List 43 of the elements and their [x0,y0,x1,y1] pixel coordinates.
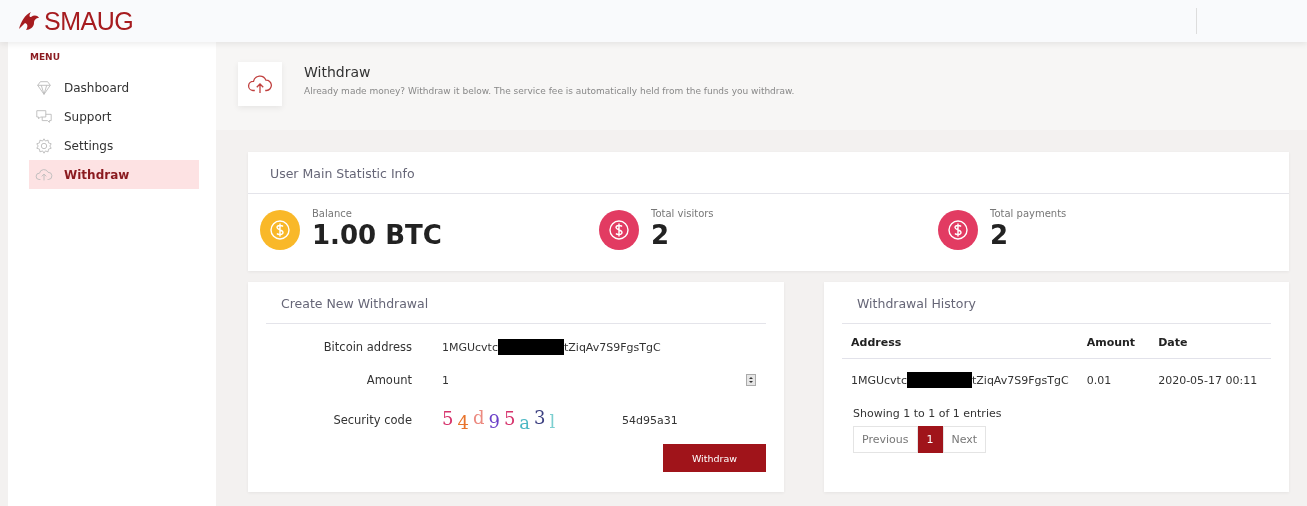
pagination-button[interactable]: Previous [853,426,918,453]
address-text: tZiqAv7S9FgsTgC [972,373,1069,387]
field-label: Amount [365,373,412,387]
sidebar-item[interactable]: Support [29,102,199,131]
address-text: tZiqAv7S9FgsTgC [564,340,661,354]
column-header[interactable]: Amount [1077,324,1150,359]
page-subtitle: Already made money? Withdraw it below. The service fee is automatically held from the funds you withdraw. [304,86,795,96]
menu-heading: MENU [30,52,61,62]
card-title: User Main Statistic Info [248,152,1289,194]
field-label: Security code [332,413,412,427]
column-header[interactable]: Address [842,324,1078,359]
spinner-icon[interactable] [746,374,756,386]
pagination-button[interactable]: 1 [917,426,943,453]
table-cell: 0.01 [1086,373,1112,387]
pagination-button[interactable]: Next [942,426,987,453]
stat-value: 1.00 BTC [312,219,442,251]
field-label: Bitcoin address [322,340,412,354]
amount-field[interactable]: 1 [442,373,766,387]
sidebar-item[interactable]: Withdraw [29,160,199,189]
gear-icon [35,136,53,155]
security-code-text: 54d95a31 [622,413,678,427]
redaction-bar [498,339,564,355]
sidebar-item[interactable]: Dashboard [29,73,199,102]
sidebar-item[interactable]: Settings [29,131,199,160]
stat-label: Total payments [990,208,1067,219]
column-header[interactable]: Date [1149,324,1271,359]
withdraw-button[interactable]: Withdraw [663,444,766,472]
brand-name[interactable]: SMAUG [44,6,134,36]
address-text: 1MGUcvtc [442,340,498,354]
stat-label: Total visitors [651,208,714,219]
diamond-icon [35,78,53,97]
stat-value: 2 [651,219,671,251]
page-title: Withdraw [304,64,372,80]
card-title: Withdrawal History [842,282,1271,324]
entries-info: Showing 1 to 1 of 1 entries [853,407,1003,420]
redaction-bar [907,372,972,388]
stat-value: 2 [990,219,1010,251]
chat-icon [35,107,53,126]
stat-label: Balance [312,208,353,219]
table-cell: 2020-05-17 00:11 [1158,373,1258,387]
captcha-image: 5 4 d 9 5 a 3 l [442,409,557,431]
card-title: Create New Withdrawal [266,282,766,324]
address-text: 1MGUcvtc [851,373,907,387]
